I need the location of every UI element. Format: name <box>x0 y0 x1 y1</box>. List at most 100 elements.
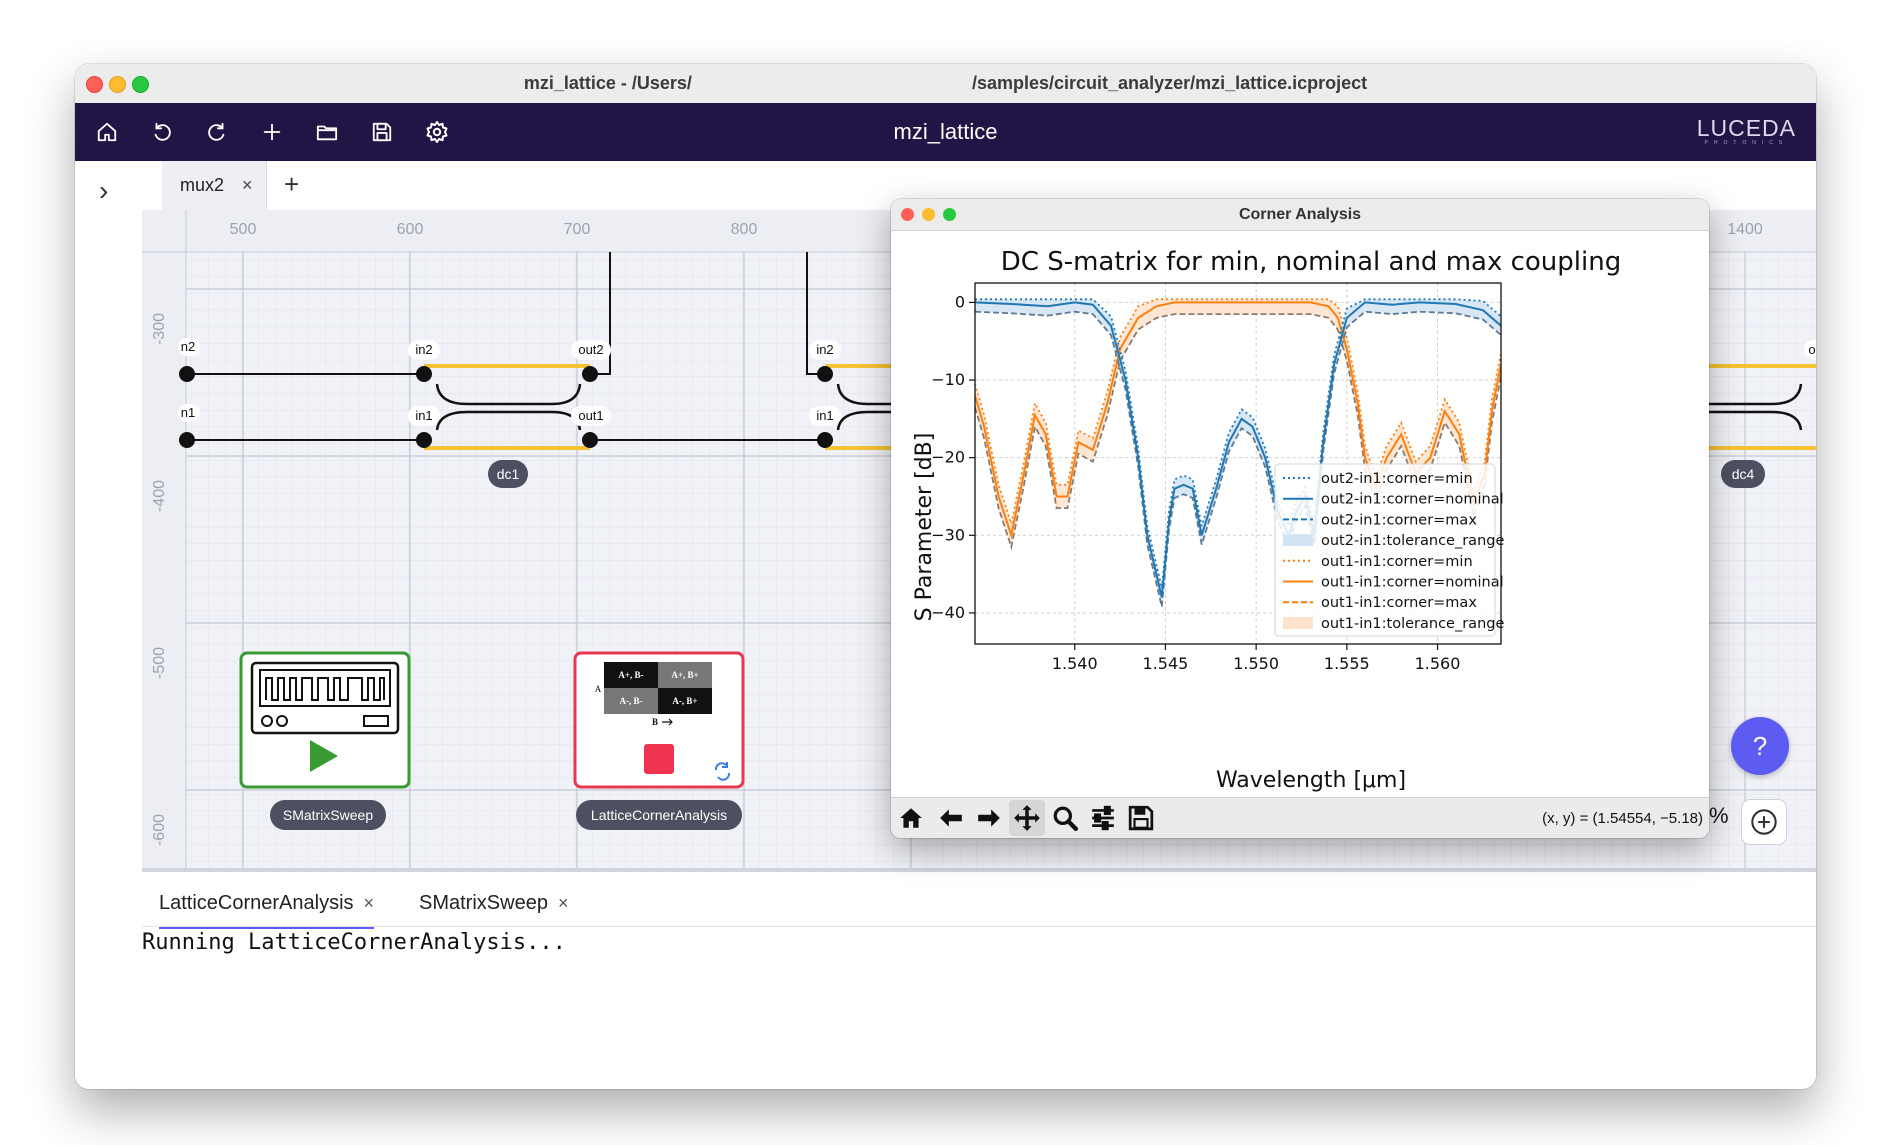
port-label: in1 <box>415 408 432 423</box>
bottom-tab-label: SMatrixSweep <box>419 891 548 914</box>
chart-xlabel: Wavelength [μm] <box>1216 768 1406 793</box>
window-title: mzi_lattice - /Users/ /samples/circuit_a… <box>523 73 1368 93</box>
sliders-icon <box>1092 805 1114 831</box>
bottom-tab-close-icon[interactable]: × <box>558 893 569 914</box>
arrow-left-icon <box>940 809 962 827</box>
smatrix-sweep-block[interactable] <box>239 651 411 789</box>
legend-entry: out2-in1:tolerance_range <box>1321 533 1504 549</box>
y-ruler-tick: -400 <box>151 480 168 512</box>
zoom-in-button[interactable] <box>1741 799 1787 845</box>
chart-title: DC S-matrix for min, nominal and max cou… <box>1001 247 1621 277</box>
logo-text: LUCEDA <box>1696 115 1796 141</box>
logo-subtext: PHOTONICS <box>1704 140 1789 146</box>
legend-entry: out1-in1:tolerance_range <box>1321 616 1504 632</box>
x-ruler-tick: 700 <box>564 221 591 238</box>
port-dot[interactable] <box>179 366 195 382</box>
x-ruler-tick: 1400 <box>1727 221 1763 238</box>
tab-close-icon[interactable]: × <box>242 175 253 196</box>
mpl-pan-button[interactable] <box>1009 800 1045 836</box>
mpl-home-button[interactable] <box>893 800 929 836</box>
tab-lattice-corner-analysis[interactable]: LatticeCornerAnalysis × <box>159 880 375 929</box>
y-tick-label: −30 <box>931 525 965 544</box>
console-output: Running LatticeCornerAnalysis... <box>142 930 566 955</box>
corner-cell-label: A-, B+ <box>672 696 697 706</box>
y-ruler-tick: -500 <box>151 647 168 679</box>
output-panel: LatticeCornerAnalysis × SMatrixSweep × R… <box>142 868 1816 1089</box>
stop-icon[interactable] <box>644 744 674 774</box>
x-tick-label: 1.540 <box>1052 654 1098 673</box>
x-tick-label: 1.555 <box>1324 654 1370 673</box>
mpl-back-button[interactable] <box>933 800 969 836</box>
corner-window-title: Corner Analysis <box>1238 206 1362 223</box>
bottom-tab-label: LatticeCornerAnalysis <box>159 891 354 914</box>
corner-cell-label: A+, B+ <box>671 670 698 680</box>
tab-smatrix-sweep[interactable]: SMatrixSweep × <box>419 880 568 926</box>
floppy-icon <box>1128 805 1154 831</box>
component-label-dc4: dc4 <box>1732 466 1755 482</box>
tab-label: mux2 <box>180 175 225 195</box>
y-tick-label: −40 <box>931 603 965 622</box>
s-matrix-chart[interactable]: DC S-matrix for min, nominal and max cou… <box>891 230 1709 797</box>
mpl-forward-button[interactable] <box>971 800 1007 836</box>
lattice-corner-analysis-block[interactable]: A+, B- A+, B+ A-, B- A-, B+ A B <box>573 651 745 789</box>
corner-axis-a: A <box>595 684 602 694</box>
x-ruler-tick: 500 <box>230 221 257 238</box>
help-button[interactable]: ? <box>1731 717 1789 775</box>
legend-entry: out1-in1:corner=nominal <box>1321 575 1504 591</box>
tab-mux2[interactable]: mux2 × <box>162 161 267 210</box>
x-ruler-tick: 800 <box>731 221 758 238</box>
corner-window-titlebar: Corner Analysis <box>891 199 1709 231</box>
port-label: in2 <box>415 342 432 357</box>
corner-cell-label: A-, B- <box>620 696 643 706</box>
legend-entry: out2-in1:corner=min <box>1321 471 1473 487</box>
y-tick-label: −20 <box>931 448 965 467</box>
y-tick-label: −10 <box>931 370 965 389</box>
y-ruler-tick: -300 <box>151 313 168 345</box>
x-ruler-tick: 600 <box>397 221 424 238</box>
mpl-configure-button[interactable] <box>1085 800 1121 836</box>
zoom-in-icon <box>1751 809 1777 835</box>
bottom-tab-close-icon[interactable]: × <box>364 893 375 914</box>
corner-axis-b: B <box>652 717 658 727</box>
legend-swatch <box>1283 616 1313 629</box>
port-label: out2 <box>578 342 603 357</box>
port-label: n2 <box>181 339 195 354</box>
move-icon <box>1014 805 1040 831</box>
port-dot[interactable] <box>179 432 195 448</box>
left-rail: › <box>75 161 143 1089</box>
zoom-percent: % <box>1709 803 1729 828</box>
mpl-zoom-button[interactable] <box>1047 800 1083 836</box>
home-icon <box>900 808 922 828</box>
legend-entry: out2-in1:corner=max <box>1321 512 1477 528</box>
y-tick-label: 0 <box>955 292 965 311</box>
x-tick-label: 1.560 <box>1415 654 1461 673</box>
main-toolbar: mzi_lattice LUCEDA PHOTONICS <box>75 103 1816 161</box>
app-title: mzi_lattice <box>893 119 998 144</box>
chart-legend: out2-in1:corner=min out2-in1:corner=nomin… <box>1274 463 1504 637</box>
matplotlib-toolbar: (x, y) = (1.54554, −5.18) <box>891 797 1709 838</box>
add-tab-button[interactable]: + <box>284 169 299 200</box>
corner-block-label: LatticeCornerAnalysis <box>591 807 727 823</box>
mpl-save-button[interactable] <box>1123 800 1159 836</box>
magnifier-icon <box>1053 806 1078 831</box>
window-titlebar: mzi_lattice - /Users/ /samples/circuit_a… <box>75 64 1816 104</box>
port-label: in2 <box>816 342 833 357</box>
component-label-dc1: dc1 <box>497 466 520 482</box>
luceda-logo: LUCEDA PHOTONICS <box>1697 115 1796 146</box>
corner-cell-label: A+, B- <box>618 670 643 680</box>
port-label: o <box>1808 342 1815 357</box>
cursor-coordinates: (x, y) = (1.54554, −5.18) <box>1542 810 1703 827</box>
legend-swatch <box>1283 534 1313 547</box>
arrow-right-icon <box>978 809 1000 827</box>
y-ruler-tick: -600 <box>151 814 168 846</box>
x-tick-label: 1.545 <box>1143 654 1189 673</box>
legend-entry: out1-in1:corner=max <box>1321 595 1477 611</box>
legend-entry: out2-in1:corner=nominal <box>1321 492 1504 508</box>
port-label: in1 <box>816 408 833 423</box>
x-tick-label: 1.550 <box>1233 654 1279 673</box>
y-ruler <box>142 210 186 868</box>
corner-analysis-window[interactable]: Corner Analysis DC S-matrix for min, nom… <box>891 199 1709 838</box>
port-label: out1 <box>578 408 603 423</box>
expand-sidebar-button[interactable]: › <box>99 175 108 207</box>
port-label: n1 <box>181 405 195 420</box>
